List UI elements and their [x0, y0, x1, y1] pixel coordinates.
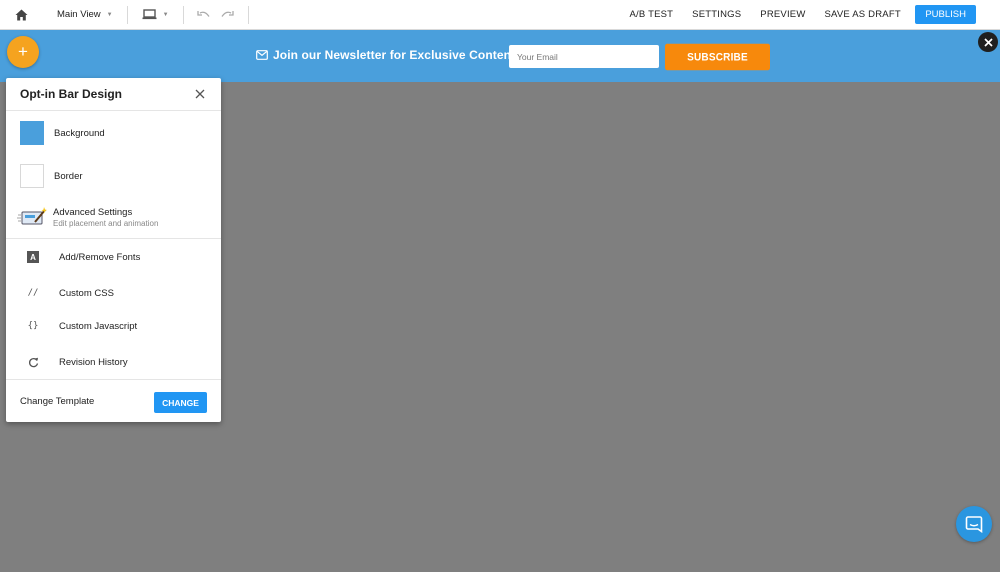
javascript-tool-label: Custom Javascript: [59, 320, 138, 332]
history-controls: [184, 0, 248, 30]
add-element-button[interactable]: +: [7, 36, 39, 68]
envelope-icon: [256, 50, 268, 60]
laptop-icon: [142, 9, 157, 20]
chat-icon: [965, 516, 983, 533]
background-color-swatch[interactable]: [20, 121, 44, 145]
ab-test-button[interactable]: A/B TEST: [620, 9, 683, 20]
subscribe-button[interactable]: SUBSCRIBE: [665, 43, 770, 71]
newsletter-message: Join our Newsletter for Exclusive Conten…: [256, 48, 515, 62]
chevron-down-icon: ▼: [162, 11, 169, 18]
chevron-down-icon: ▼: [106, 11, 113, 18]
fonts-tool[interactable]: A Add/Remove Fonts: [6, 251, 221, 263]
device-dropdown[interactable]: ▼: [128, 0, 183, 30]
code-slash-icon: //: [27, 288, 39, 298]
top-toolbar: Main View ▼ ▼ A/B TEST SETTINGS PREVIEW …: [0, 0, 1000, 30]
toolbar-actions: A/B TEST SETTINGS PREVIEW SAVE AS DRAFT …: [620, 0, 1000, 30]
design-panel: Opt-in Bar Design Background Border Adva…: [6, 78, 221, 422]
background-label: Background: [54, 127, 105, 139]
newsletter-text: Join our Newsletter for Exclusive Conten…: [273, 48, 516, 62]
save-draft-button[interactable]: SAVE AS DRAFT: [815, 9, 910, 20]
braces-icon: {}: [27, 321, 39, 331]
panel-footer: Change Template CHANGE: [6, 379, 221, 422]
home-button[interactable]: [0, 0, 43, 30]
panel-divider: [6, 238, 221, 239]
refresh-icon: [26, 355, 40, 369]
redo-icon: [221, 11, 234, 17]
css-tool-label: Custom CSS: [59, 287, 114, 299]
change-template-button[interactable]: CHANGE: [154, 392, 207, 413]
border-label: Border: [54, 170, 83, 182]
settings-button[interactable]: SETTINGS: [683, 9, 751, 20]
close-icon: [195, 89, 205, 99]
border-setting[interactable]: Border: [6, 164, 221, 188]
magic-wand-icon: [17, 207, 47, 225]
advanced-settings-subtitle: Edit placement and animation: [53, 218, 159, 228]
panel-title: Opt-in Bar Design: [20, 87, 123, 101]
css-tool[interactable]: // Custom CSS: [6, 286, 221, 300]
email-field[interactable]: [509, 45, 659, 68]
fonts-tool-label: Add/Remove Fonts: [59, 251, 141, 263]
view-label: Main View: [57, 9, 101, 20]
panel-close-button[interactable]: [193, 87, 207, 101]
javascript-tool[interactable]: {} Custom Javascript: [6, 319, 221, 333]
revision-history-label: Revision History: [59, 356, 128, 368]
advanced-settings-title: Advanced Settings: [53, 206, 133, 218]
plus-icon: +: [18, 42, 28, 61]
publish-button[interactable]: PUBLISH: [915, 5, 976, 24]
revision-history-tool[interactable]: Revision History: [6, 355, 221, 369]
background-setting[interactable]: Background: [6, 121, 221, 145]
close-bar-button[interactable]: [978, 32, 998, 52]
font-icon: A: [27, 251, 39, 263]
toolbar-divider: [247, 5, 249, 24]
newsletter-bar[interactable]: Join our Newsletter for Exclusive Conten…: [0, 30, 1000, 82]
undo-icon: [197, 11, 210, 17]
undo-button[interactable]: [192, 0, 216, 30]
border-color-swatch[interactable]: [20, 164, 44, 188]
panel-header: Opt-in Bar Design: [6, 78, 221, 111]
redo-button[interactable]: [216, 0, 240, 30]
preview-button[interactable]: PREVIEW: [751, 9, 815, 20]
chat-support-button[interactable]: [956, 506, 992, 542]
home-icon: [15, 9, 28, 20]
advanced-settings[interactable]: Advanced Settings Edit placement and ani…: [6, 206, 221, 228]
close-icon: [983, 37, 993, 47]
advanced-settings-text: Advanced Settings Edit placement and ani…: [53, 207, 158, 228]
view-dropdown[interactable]: Main View ▼: [43, 0, 127, 30]
change-template-label: Change Template: [20, 395, 95, 407]
